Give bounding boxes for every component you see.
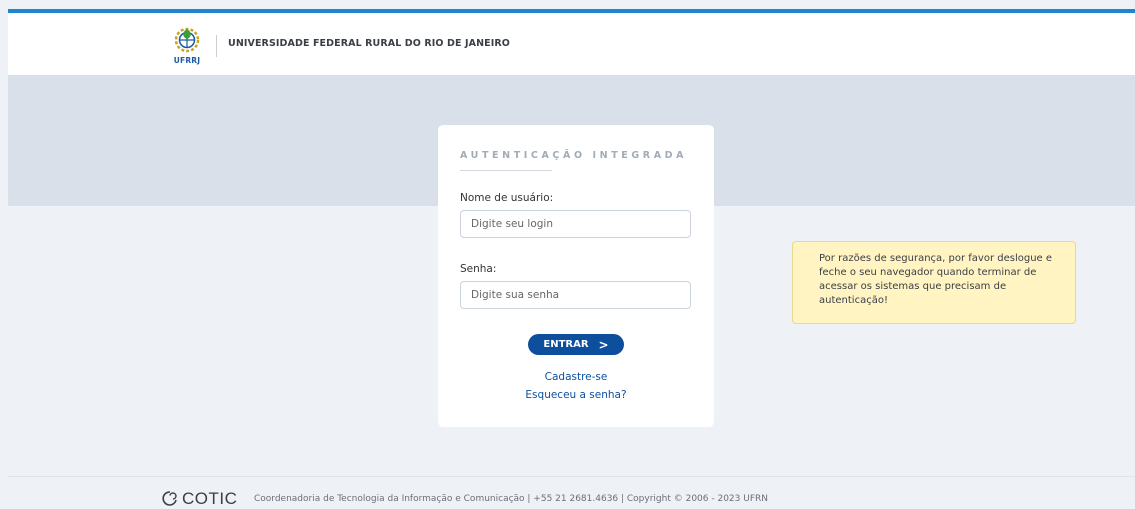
login-title: AUTENTICAÇÃO INTEGRADA (460, 150, 688, 161)
security-notice: Por razões de segurança, por favor deslo… (792, 241, 1076, 324)
footer-text: Coordenadoria de Tecnologia da Informaçã… (254, 494, 768, 504)
ufrrj-logo[interactable]: UFRRJ (170, 25, 204, 73)
username-label: Nome de usuário: (460, 192, 554, 204)
header-divider (216, 35, 217, 57)
login-button-label: ENTRAR (543, 339, 589, 350)
password-input[interactable] (460, 281, 691, 309)
login-button[interactable]: ENTRAR > (528, 334, 624, 355)
forgot-password-link[interactable]: Esqueceu a senha? (438, 389, 714, 401)
title-underline (460, 170, 552, 171)
cotic-wordmark: COTIC (182, 489, 238, 508)
logo-text: UFRRJ (173, 56, 201, 65)
cotic-logo: COTIC (160, 490, 237, 507)
ufrrj-emblem-icon (174, 27, 200, 53)
cotic-swirl-icon (162, 491, 177, 506)
login-card: AUTENTICAÇÃO INTEGRADA Nome de usuário: … (438, 125, 714, 427)
register-link[interactable]: Cadastre-se (438, 371, 714, 383)
chevron-right-icon: > (598, 337, 609, 352)
password-label: Senha: (460, 263, 497, 275)
header: UFRRJ UNIVERSIDADE FEDERAL RURAL DO RIO … (8, 13, 1135, 75)
university-name: UNIVERSIDADE FEDERAL RURAL DO RIO DE JAN… (228, 38, 510, 49)
username-input[interactable] (460, 210, 691, 238)
